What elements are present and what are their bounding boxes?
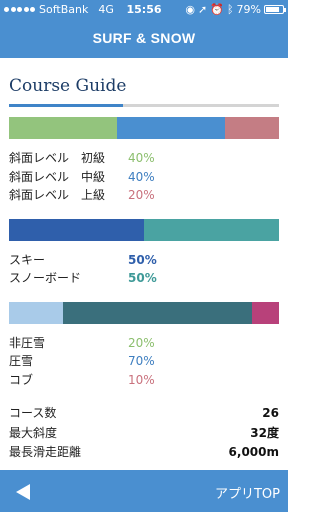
bar-segment [144,219,279,241]
row-value: 40% [128,151,155,165]
direction-icon: ➚ [198,3,208,16]
bluetooth-icon: ᛒ [226,3,234,16]
row-label: コブ [9,373,34,387]
row-label: スキー [9,253,46,267]
row-label: 斜面レベル 中級 [9,170,106,184]
status-bar: SoftBank 4G 15:56 ◉ ➚ ⏰ ᛒ 79% [0,0,288,20]
slope-level-bar [9,117,279,139]
row-value: 40% [128,170,155,184]
battery-icon [264,5,286,14]
row-label: 斜面レベル 初級 [9,151,106,165]
row-value: 70% [128,354,155,368]
stat-value: 32度 [250,426,279,440]
bar-segment [63,302,252,324]
nav-bar: SURF & SNOW [0,20,288,58]
app-top-link[interactable]: アプリTOP [215,483,280,502]
snow-condition-bar [9,302,279,324]
stat-longest-run: 最長滑走距離 6,000m [9,443,279,461]
battery-percent: 79% [236,3,261,16]
row-value: 50% [128,253,157,267]
row-value: 20% [128,188,155,202]
title-underline-accent [9,104,123,107]
row-label: スノーボード [9,271,82,285]
row-value: 50% [128,271,157,285]
row-value: 20% [128,336,155,350]
back-button[interactable] [12,482,36,502]
ski-board-bar [9,219,279,241]
stat-value: 26 [262,406,279,420]
status-icons: ◉ ➚ ⏰ ᛒ 79% [185,3,286,16]
bar-segment [252,302,279,324]
bar-segment [225,117,279,139]
bar-segment [9,219,144,241]
alarm-icon: ⏰ [210,3,224,16]
app-title: SURF & SNOW [92,30,196,46]
stat-label: 最大斜度 [9,426,58,440]
stat-course-count: コース数 26 [9,404,279,422]
row-label: 斜面レベル 上級 [9,188,106,202]
section-title: Course Guide [9,76,127,96]
location-icon: ◉ [185,3,196,16]
stat-label: 最長滑走距離 [9,445,82,459]
back-arrow-icon [16,484,30,500]
row-label: 非圧雪 [9,336,46,350]
stat-label: コース数 [9,406,57,420]
footer-bar: アプリTOP [0,470,288,512]
row-value: 10% [128,373,155,387]
bar-segment [9,117,117,139]
bar-segment [117,117,225,139]
battery-fill [266,7,279,12]
stat-max-slope: 最大斜度 32度 [9,424,279,442]
row-label: 圧雪 [9,354,34,368]
stat-value: 6,000m [228,445,279,459]
bar-segment [9,302,63,324]
